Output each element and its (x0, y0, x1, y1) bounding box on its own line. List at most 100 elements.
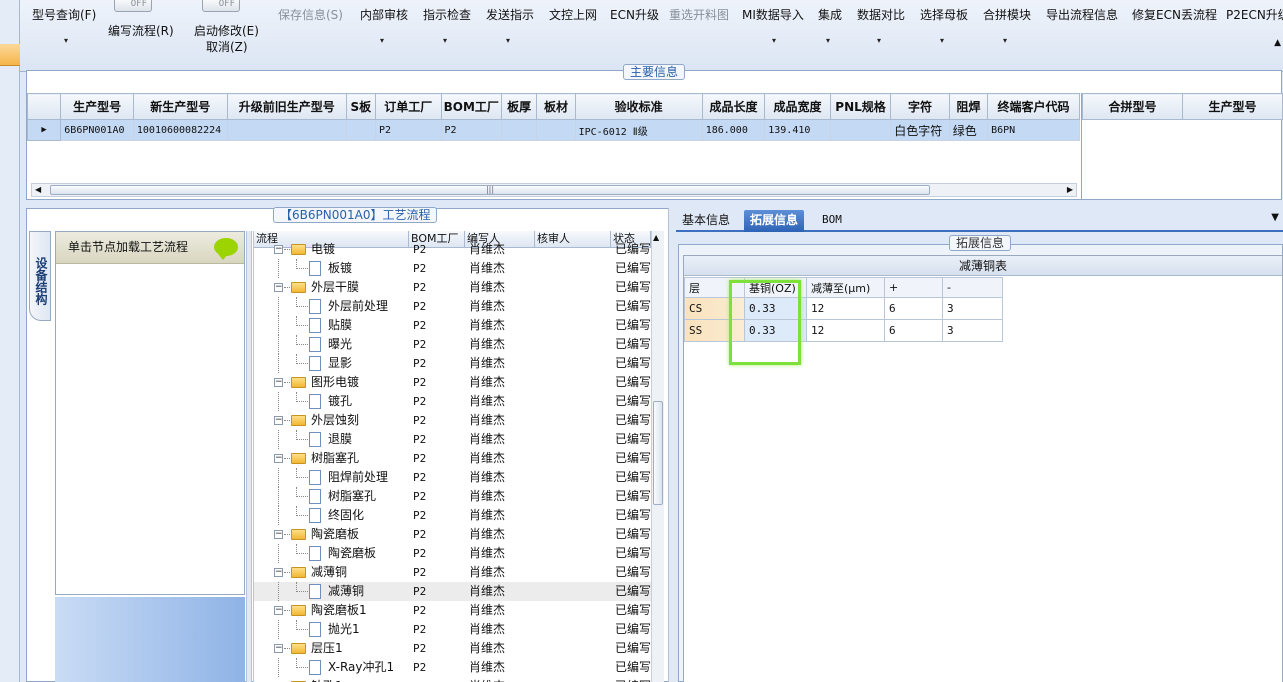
collapse-icon[interactable]: − (274, 454, 283, 463)
tree-node[interactable]: 终固化 (254, 506, 409, 525)
tree-row[interactable]: 显影 P2 肖维杰 已编写 (254, 354, 663, 373)
table-cell[interactable]: 白色字符 (890, 119, 950, 141)
status-cell[interactable]: 已编写 (611, 430, 651, 449)
collapse-icon[interactable]: − (274, 568, 283, 577)
collapse-icon[interactable]: − (274, 378, 283, 387)
writer-cell[interactable]: 肖维杰 (465, 544, 535, 563)
bom-factory-cell[interactable]: P2 (409, 506, 465, 525)
integrate-dropdown-icon[interactable]: ▾ (826, 36, 830, 45)
tree-row[interactable]: − 图形电镀 P2 肖维杰 已编写 (254, 373, 663, 392)
status-cell[interactable]: 已编写 (611, 373, 651, 392)
tree-node[interactable]: 外层前处理 (254, 297, 409, 316)
writer-cell[interactable]: 肖维杰 (465, 525, 535, 544)
collapse-icon[interactable]: − (274, 606, 283, 615)
tree-node[interactable]: − 图形电镀 (254, 373, 409, 392)
reviewer-cell[interactable] (535, 430, 611, 449)
table-cell[interactable]: 6B6PN001A0 (60, 119, 134, 141)
column-header[interactable]: S板 (345, 93, 376, 120)
write-flow-toggle[interactable]: OFF (114, 0, 152, 12)
table-cell[interactable]: 139.410 (764, 119, 831, 141)
tree-row[interactable]: 树脂塞孔 P2 肖维杰 已编写 (254, 487, 663, 506)
collapse-icon[interactable]: − (274, 283, 283, 292)
reviewer-cell[interactable] (535, 601, 611, 620)
table-cell[interactable]: 12 (806, 297, 885, 320)
tree-row[interactable]: 减薄铜 P2 肖维杰 已编写 (254, 582, 663, 601)
column-header[interactable]: 合拼型号 (1082, 93, 1183, 120)
tree-row[interactable]: 抛光1 P2 肖维杰 已编写 (254, 620, 663, 639)
reviewer-cell[interactable] (535, 373, 611, 392)
column-header[interactable]: PNL规格 (829, 93, 892, 120)
column-header[interactable]: + (884, 277, 943, 298)
start-modify-toggle[interactable]: OFF (202, 0, 240, 12)
writer-cell[interactable]: 肖维杰 (465, 639, 535, 658)
tree-node[interactable]: − 电镀 (254, 240, 409, 259)
reviewer-cell[interactable] (535, 639, 611, 658)
table-cell[interactable] (829, 119, 892, 141)
equipment-structure-tab[interactable]: 设备结构 (29, 231, 51, 321)
table-cell[interactable] (345, 119, 376, 141)
bom-factory-cell[interactable]: P2 (409, 392, 465, 411)
repair-ecn-flow-button[interactable]: 修复ECN丢流程 (1132, 6, 1217, 23)
table-cell[interactable]: 0.33 (744, 319, 807, 342)
internal-review-dropdown-icon[interactable]: ▾ (380, 36, 384, 45)
send-instruction-dropdown-icon[interactable]: ▾ (506, 36, 510, 45)
status-cell[interactable]: 已编写 (611, 259, 651, 278)
status-cell[interactable]: 已编写 (611, 506, 651, 525)
collapse-icon[interactable]: − (274, 644, 283, 653)
tree-node[interactable]: X-Ray冲孔1 (254, 658, 409, 677)
table-cell[interactable]: IPC-6012 Ⅱ级 (574, 119, 703, 141)
status-cell[interactable]: 已编写 (611, 620, 651, 639)
column-header[interactable]: 成品长度 (701, 93, 766, 120)
bom-factory-cell[interactable]: P2 (409, 297, 465, 316)
bom-factory-cell[interactable]: P2 (409, 639, 465, 658)
writer-cell[interactable]: 肖维杰 (465, 240, 535, 259)
tree-row[interactable]: X-Ray冲孔1 P2 肖维杰 已编写 (254, 658, 663, 677)
bom-factory-cell[interactable]: P2 (409, 677, 465, 682)
bom-factory-cell[interactable]: P2 (409, 525, 465, 544)
reviewer-cell[interactable] (535, 335, 611, 354)
tree-row[interactable]: − 减薄铜 P2 肖维杰 已编写 (254, 563, 663, 582)
query-model-dropdown-icon[interactable]: ▾ (64, 36, 68, 45)
bom-factory-cell[interactable]: P2 (409, 468, 465, 487)
data-compare-dropdown-icon[interactable]: ▾ (877, 36, 881, 45)
scrollbar-thumb[interactable]: ||| (50, 185, 930, 195)
table-row[interactable]: ▶ 6B6PN001A0 10010600082224 P2 P2 IPC-60… (26, 119, 1080, 141)
status-cell[interactable]: 已编写 (611, 468, 651, 487)
status-cell[interactable]: 已编写 (611, 335, 651, 354)
tree-row[interactable]: − 电镀 P2 肖维杰 已编写 (254, 240, 663, 259)
reviewer-cell[interactable] (535, 620, 611, 639)
scroll-left-icon[interactable]: ◀ (35, 184, 41, 196)
table-cell[interactable]: P2 (374, 119, 442, 141)
bom-factory-cell[interactable]: P2 (409, 658, 465, 677)
column-header[interactable]: 验收标准 (574, 93, 703, 120)
p2ecn-upgrade-button[interactable]: P2ECN升级 (1226, 6, 1283, 23)
writer-cell[interactable]: 肖维杰 (465, 468, 535, 487)
table-cell[interactable]: 12 (806, 319, 885, 342)
tree-row[interactable]: 曝光 P2 肖维杰 已编写 (254, 335, 663, 354)
reviewer-cell[interactable] (535, 240, 611, 259)
reviewer-cell[interactable] (535, 411, 611, 430)
scroll-right-icon[interactable]: ▶ (1067, 184, 1073, 196)
bom-factory-cell[interactable]: P2 (409, 487, 465, 506)
scrollbar-thumb[interactable] (653, 401, 663, 505)
writer-cell[interactable]: 肖维杰 (465, 582, 535, 601)
tree-node[interactable]: 抛光1 (254, 620, 409, 639)
tree-node[interactable]: −钻孔1 (254, 677, 409, 682)
tree-row[interactable]: 陶瓷磨板 P2 肖维杰 已编写 (254, 544, 663, 563)
reviewer-cell[interactable] (535, 316, 611, 335)
main-grid-horizontal-scrollbar[interactable]: ◀ ||| ▶ (31, 183, 1077, 197)
save-info-button[interactable]: 保存信息(S) (278, 6, 343, 23)
mi-data-import-dropdown-icon[interactable]: ▾ (772, 36, 776, 45)
reviewer-cell[interactable] (535, 677, 611, 682)
column-header[interactable]: 板材 (536, 93, 576, 120)
cancel-button[interactable]: 取消(Z) (206, 38, 248, 55)
table-cell[interactable]: 10010600082224 (132, 119, 228, 141)
instruction-check-dropdown-icon[interactable]: ▾ (443, 36, 447, 45)
tree-node[interactable]: − 陶瓷磨板 (254, 525, 409, 544)
writer-cell[interactable]: 肖维杰 (465, 563, 535, 582)
integrate-button[interactable]: 集成 (818, 6, 842, 23)
writer-cell[interactable]: 肖维杰 (465, 658, 535, 677)
collapse-icon[interactable]: − (274, 416, 283, 425)
writer-cell[interactable]: 肖维杰 (465, 278, 535, 297)
column-header[interactable]: 减薄至(μm) (806, 277, 885, 298)
